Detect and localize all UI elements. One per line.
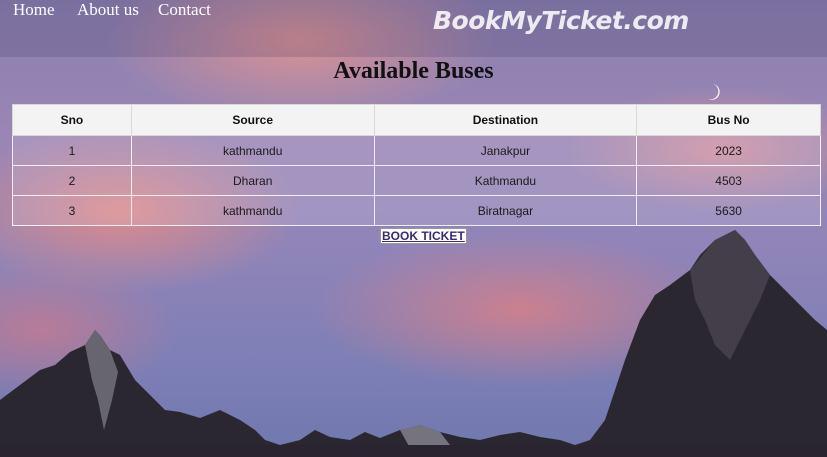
crescent-moon-icon xyxy=(708,84,720,100)
brand-logo-text: BookMyTicket.com xyxy=(433,6,689,35)
book-ticket-button[interactable]: BOOK TICKET xyxy=(380,228,467,244)
table-row: 3 kathmandu Biratnagar 5630 xyxy=(12,195,821,226)
cell-destination: Kathmandu xyxy=(373,165,638,196)
table-row: 1 kathmandu Janakpur 2023 xyxy=(12,135,821,166)
cell-bus-no: 2023 xyxy=(636,135,821,166)
cell-source: kathmandu xyxy=(130,195,375,226)
nav-contact-link[interactable]: Contact xyxy=(158,0,211,20)
cell-sno: 1 xyxy=(12,135,132,166)
cell-sno: 2 xyxy=(12,165,132,196)
nav-home-link[interactable]: Home xyxy=(13,0,55,20)
column-header-destination: Destination xyxy=(373,104,638,136)
column-header-sno: Sno xyxy=(12,104,132,136)
cell-source: kathmandu xyxy=(130,135,375,166)
cell-bus-no: 4503 xyxy=(636,165,821,196)
table-header-row: Sno Source Destination Bus No xyxy=(12,104,821,136)
cell-destination: Janakpur xyxy=(373,135,638,166)
nav-about-link[interactable]: About us xyxy=(77,0,139,20)
available-buses-table: Sno Source Destination Bus No 1 kathmand… xyxy=(12,104,821,226)
column-header-source: Source xyxy=(130,104,375,136)
table-row: 2 Dharan Kathmandu 4503 xyxy=(12,165,821,196)
column-header-bus-no: Bus No xyxy=(636,104,821,136)
cell-sno: 3 xyxy=(12,195,132,226)
page-title: Available Buses xyxy=(333,58,494,84)
cell-source: Dharan xyxy=(130,165,375,196)
cell-destination: Biratnagar xyxy=(373,195,638,226)
cell-bus-no: 5630 xyxy=(636,195,821,226)
